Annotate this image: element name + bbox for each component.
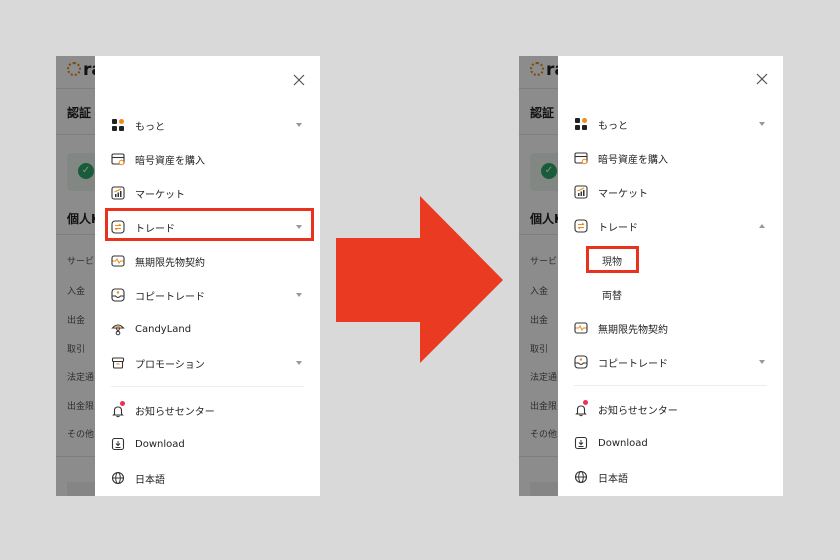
menu-item-notifications[interactable]: お知らせセンター xyxy=(95,393,320,427)
close-icon[interactable] xyxy=(755,72,769,86)
menu-item-download[interactable]: Download xyxy=(95,427,320,461)
chevron-down-icon xyxy=(296,293,302,297)
chevron-up-icon xyxy=(759,224,765,228)
chart-icon xyxy=(574,185,588,199)
menu-item-more[interactable]: もっと xyxy=(95,108,320,142)
globe-icon xyxy=(111,471,125,485)
menu-item-more[interactable]: もっと xyxy=(558,107,783,141)
menu-item-market[interactable]: マーケット xyxy=(558,175,783,209)
swap-icon xyxy=(111,220,125,234)
bell-icon xyxy=(111,401,125,418)
menu-item-language[interactable]: 日本語 xyxy=(558,460,783,494)
globe-icon xyxy=(574,470,588,484)
notification-dot xyxy=(120,401,125,406)
right-screenshot: ra 認証 ✓ 個人K サービ 入金 出金 取引 法定通 出金限 その他 もっと… xyxy=(519,56,783,496)
nav-drawer: もっと 暗号資産を購入 マーケット トレード 現物 両替 無期限先物契約 コピー… xyxy=(558,56,783,496)
download-icon xyxy=(574,436,588,450)
bell-icon xyxy=(574,400,588,417)
menu-item-copy-trade[interactable]: コピートレード xyxy=(558,345,783,379)
close-icon[interactable] xyxy=(292,73,306,87)
left-screenshot: ra 認証 ✓ 個人K サービ 入金 出金 取引 法定通 出金限 その他 もっと… xyxy=(56,56,320,496)
menu-item-download[interactable]: Download xyxy=(558,426,783,460)
swap-icon xyxy=(574,219,588,233)
drawer-menu: もっと 暗号資産を購入 マーケット トレード 無期限先物契約 コピートレード C… xyxy=(95,108,320,495)
chart-icon xyxy=(111,186,125,200)
menu-item-language[interactable]: 日本語 xyxy=(95,461,320,495)
notification-dot xyxy=(583,400,588,405)
chevron-down-icon xyxy=(759,122,765,126)
grid-icon xyxy=(112,119,124,131)
grid-icon xyxy=(575,118,587,130)
menu-item-perpetual-futures[interactable]: 無期限先物契約 xyxy=(558,311,783,345)
candy-icon xyxy=(111,324,125,336)
menu-item-copy-trade[interactable]: コピートレード xyxy=(95,278,320,312)
download-icon xyxy=(111,437,125,451)
arrow-shape xyxy=(336,196,503,363)
menu-item-notifications[interactable]: お知らせセンター xyxy=(558,392,783,426)
pulse-icon xyxy=(574,322,588,334)
chevron-down-icon xyxy=(296,361,302,365)
menu-item-candyland[interactable]: CandyLand xyxy=(95,312,320,346)
card-icon xyxy=(111,153,125,166)
nav-drawer: もっと 暗号資産を購入 マーケット トレード 無期限先物契約 コピートレード C… xyxy=(95,56,320,496)
chevron-down-icon xyxy=(296,123,302,127)
divider xyxy=(574,385,767,386)
right-arrow-icon xyxy=(336,196,503,363)
chevron-down-icon xyxy=(759,360,765,364)
submenu-item-spot[interactable]: 現物 xyxy=(558,243,783,277)
inbox-icon xyxy=(574,355,588,369)
drawer-menu: もっと 暗号資産を購入 マーケット トレード 現物 両替 無期限先物契約 コピー… xyxy=(558,107,783,494)
chevron-down-icon xyxy=(296,225,302,229)
gift-icon xyxy=(111,357,125,369)
menu-item-trade[interactable]: トレード xyxy=(558,209,783,243)
divider xyxy=(111,386,304,387)
menu-item-buy-crypto[interactable]: 暗号資産を購入 xyxy=(95,142,320,176)
menu-item-market[interactable]: マーケット xyxy=(95,176,320,210)
menu-item-perpetual-futures[interactable]: 無期限先物契約 xyxy=(95,244,320,278)
inbox-icon xyxy=(111,288,125,302)
menu-item-trade[interactable]: トレード xyxy=(95,210,320,244)
submenu-item-exchange[interactable]: 両替 xyxy=(558,277,783,311)
menu-item-promotion[interactable]: プロモーション xyxy=(95,346,320,380)
card-icon xyxy=(574,152,588,165)
pulse-icon xyxy=(111,255,125,267)
menu-item-buy-crypto[interactable]: 暗号資産を購入 xyxy=(558,141,783,175)
